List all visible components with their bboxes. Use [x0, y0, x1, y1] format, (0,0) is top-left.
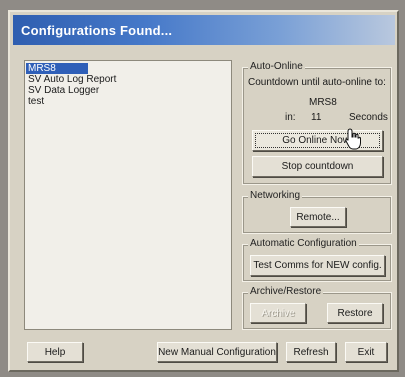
auto-online-label: Auto-Online [248, 61, 305, 72]
new-manual-configuration-button[interactable]: New Manual Configuration [157, 342, 277, 362]
countdown-target: MRS8 [309, 97, 337, 108]
configurations-dialog: Configurations Found... MRS8 SV Auto Log… [8, 10, 399, 372]
automatic-configuration-group: Automatic Configuration Test Comms for N… [242, 238, 392, 282]
archive-restore-group: Archive/Restore Archive Restore [242, 286, 392, 330]
title-bar: Configurations Found... [13, 15, 395, 45]
archive-button[interactable]: Archive [250, 303, 306, 323]
networking-group: Networking Remote... [242, 190, 392, 234]
automatic-configuration-label: Automatic Configuration [248, 238, 359, 249]
list-item[interactable]: SV Data Logger [26, 85, 230, 96]
configuration-list[interactable]: MRS8 SV Auto Log Report SV Data Logger t… [24, 60, 232, 330]
go-online-now-button[interactable]: Go Online Now! [252, 130, 383, 151]
list-item[interactable]: SV Auto Log Report [26, 74, 230, 85]
hand-pointer-icon [345, 128, 361, 150]
exit-button[interactable]: Exit [345, 342, 387, 362]
list-item[interactable]: test [26, 96, 230, 107]
help-button[interactable]: Help [27, 342, 83, 362]
refresh-button[interactable]: Refresh [286, 342, 336, 362]
archive-restore-label: Archive/Restore [248, 286, 324, 297]
networking-label: Networking [248, 190, 303, 201]
remote-button[interactable]: Remote... [290, 207, 346, 227]
window-title: Configurations Found... [21, 23, 173, 38]
restore-button[interactable]: Restore [327, 303, 383, 323]
seconds-label: Seconds [349, 112, 388, 123]
list-item[interactable]: MRS8 [26, 63, 88, 74]
in-label: in: [285, 112, 296, 123]
auto-online-group: Auto-Online Countdown until auto-online … [242, 61, 392, 185]
test-comms-button[interactable]: Test Comms for NEW config. [250, 255, 385, 276]
stop-countdown-button[interactable]: Stop countdown [252, 156, 383, 177]
seconds-value: 11 [311, 112, 322, 123]
countdown-text: Countdown until auto-online to: [248, 77, 386, 88]
